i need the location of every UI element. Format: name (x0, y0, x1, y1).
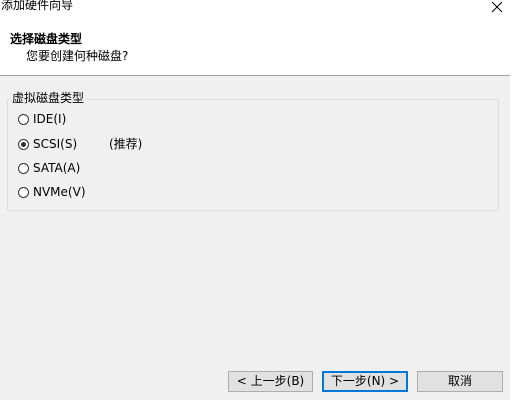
radio-button-circle-selected[interactable] (18, 138, 29, 150)
next-button[interactable]: 下一步(N) > (322, 371, 408, 392)
radio-button-circle[interactable] (18, 186, 29, 198)
radio-nvme-label: NVMe(V) (33, 185, 86, 199)
page-title: 选择磁盘类型 (10, 32, 83, 46)
radio-scsi-label: SCSI(S) (33, 137, 78, 151)
recommended-note: (推荐) (109, 137, 143, 151)
radio-button-circle[interactable] (18, 113, 29, 125)
radio-button-circle[interactable] (18, 162, 29, 174)
radio-nvme[interactable]: NVMe(V) (18, 184, 86, 200)
disk-type-group-label: 虚拟磁盘类型 (10, 90, 88, 106)
title-bar: 添加硬件向导 (0, 0, 513, 16)
page-subtitle: 您要创建何种磁盘? (26, 49, 129, 63)
wizard-header: 选择磁盘类型 您要创建何种磁盘? (0, 16, 513, 76)
window-title: 添加硬件向导 (1, 0, 74, 12)
radio-scsi[interactable]: SCSI(S) (18, 136, 77, 152)
radio-sata-label: SATA(A) (33, 161, 81, 175)
radio-sata[interactable]: SATA(A) (18, 160, 80, 176)
cancel-button[interactable]: 取消 (417, 371, 503, 392)
close-icon[interactable] (489, 0, 505, 15)
radio-ide[interactable]: IDE(I) (18, 111, 66, 127)
radio-selected-dot (21, 141, 26, 147)
radio-ide-label: IDE(I) (33, 112, 67, 126)
back-button[interactable]: < 上一步(B) (228, 371, 313, 392)
